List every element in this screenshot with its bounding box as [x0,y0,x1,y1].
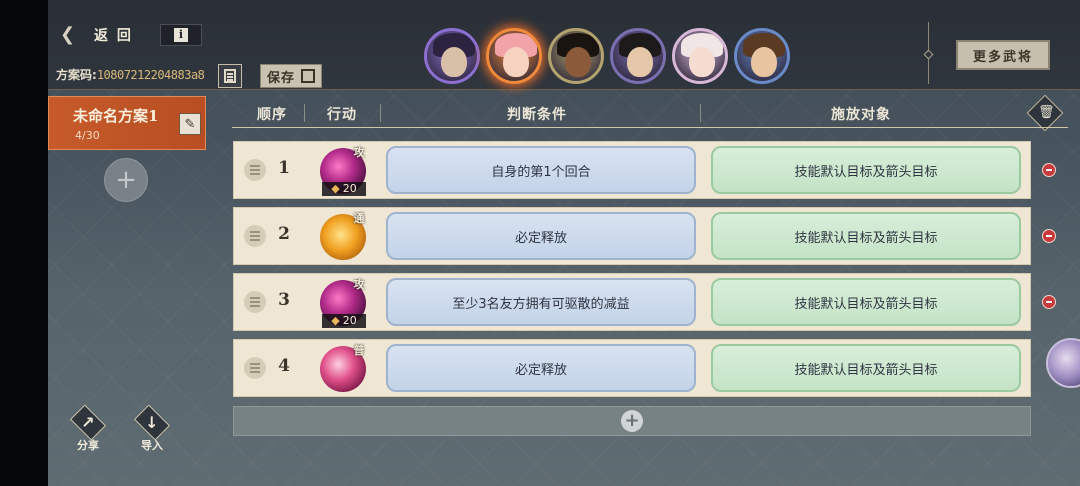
condition-text: 必定释放 [514,362,567,378]
action-row[interactable]: 2 通必定释放 技能默认目标及箭头目标 [233,207,1031,265]
condition-selector[interactable]: 必定释放 [386,344,696,392]
left-black-bar [0,0,48,486]
plan-code-value: 10807212204883a8 [96,67,205,82]
column-separator [380,104,381,122]
column-order: 顺序 [257,107,287,123]
hero-portrait[interactable] [486,28,542,84]
hero-portraits [424,28,790,84]
add-row-button[interactable]: + [233,406,1031,436]
skill-type-badge: 通 [353,212,365,225]
hero-portrait[interactable] [672,28,728,84]
hero-face [441,47,467,77]
condition-selector[interactable]: 必定释放 [386,212,696,260]
plan-count: 4/30 [75,129,100,142]
drag-handle-icon[interactable] [244,159,266,181]
more-generals-label: 更多武将 [972,49,1033,65]
copy-code-button[interactable] [218,64,242,88]
header-underline [232,127,1068,128]
skill-cost-value: 20 [342,182,357,195]
action-row[interactable]: 1 攻 ◆ 20 自身的第1个回合 技能默认目标及箭头目标 [233,141,1031,199]
target-text: 技能默认目标及箭头目标 [794,164,938,180]
row-number: 4 [278,356,290,376]
import-label: 导入 [141,439,163,452]
plan-card[interactable]: 未命名方案1 4/30 ✎ [48,96,206,150]
hero-face [751,47,777,77]
target-selector[interactable]: 技能默认目标及箭头目标 [711,146,1021,194]
back-arrow-icon: ❮ [60,24,76,45]
condition-selector[interactable]: 至少3名友方拥有可驱散的减益 [386,278,696,326]
row-number: 3 [278,290,290,310]
pencil-icon: ✎ [184,116,196,132]
condition-text: 至少3名友方拥有可驱散的减益 [452,296,630,312]
drag-handle-icon[interactable] [244,291,266,313]
condition-selector[interactable]: 自身的第1个回合 [386,146,696,194]
condition-text: 必定释放 [514,230,567,246]
save-label: 保存 [267,70,296,86]
column-action: 行动 [327,107,357,123]
column-separator [304,104,305,122]
skill-type-badge: 攻 [353,146,365,159]
condition-text: 自身的第1个回合 [491,164,591,180]
skill-type-badge: 普 [353,344,365,357]
column-target: 施放对象 [831,107,891,123]
hero-portrait[interactable] [548,28,604,84]
hero-face [565,47,591,77]
skill-cost: ◆ 20 [322,182,366,196]
copy-icon [224,69,236,83]
plan-name: 未命名方案1 [73,107,159,125]
column-separator [700,104,701,122]
hero-face [503,47,529,77]
share-label: 分享 [77,439,99,452]
column-condition: 判断条件 [507,107,567,123]
target-selector[interactable]: 技能默认目标及箭头目标 [711,278,1021,326]
save-icon [301,69,316,83]
hero-portrait[interactable] [734,28,790,84]
skill-cost: ◆ 20 [322,314,366,328]
import-button[interactable]: ↓ 导入 [132,404,172,452]
row-number: 1 [278,158,290,178]
hero-portrait[interactable] [424,28,480,84]
gem-icon: ◆ [331,314,340,327]
hero-portrait[interactable] [610,28,666,84]
edit-plan-button[interactable]: ✎ [179,113,201,135]
plus-icon: + [115,165,137,195]
plan-code-label: 方案码: [56,68,97,82]
target-text: 技能默认目标及箭头目标 [794,362,938,378]
save-button[interactable]: 保存 [260,64,322,88]
share-button[interactable]: ↗ 分享 [68,404,108,452]
row-number: 2 [278,224,290,244]
remove-row-icon[interactable] [1042,229,1056,243]
target-text: 技能默认目标及箭头目标 [794,296,938,312]
skill-type-badge: 攻 [353,278,365,291]
hero-face [627,47,653,77]
drag-handle-icon[interactable] [244,225,266,247]
trash-icon: 🗑 [1038,105,1055,120]
add-plan-button[interactable]: + [104,158,148,202]
skill-cost-value: 20 [342,314,357,327]
plus-icon: + [621,410,643,432]
action-row[interactable]: 4 普必定释放 技能默认目标及箭头目标 [233,339,1031,397]
hero-face [689,47,715,77]
target-selector[interactable]: 技能默认目标及箭头目标 [711,344,1021,392]
drag-handle-icon[interactable] [244,357,266,379]
info-icon: i [174,28,188,42]
target-selector[interactable]: 技能默认目标及箭头目标 [711,212,1021,260]
remove-row-icon[interactable] [1042,295,1056,309]
back-button[interactable]: ❮ 返 回 [60,22,212,48]
table-header: 顺序 行动 判断条件 施放对象 🗑 [232,94,1068,132]
plan-code: 方案码: 10807212204883a8 [56,66,205,83]
remove-row-icon[interactable] [1042,163,1056,177]
action-row[interactable]: 3 攻 ◆ 20 至少3名友方拥有可驱散的减益 技能默认目标及箭头目标 [233,273,1031,331]
gem-icon: ◆ [331,182,340,195]
back-label: 返 回 [94,28,133,44]
more-generals-button[interactable]: 更多武将 [956,40,1050,70]
target-text: 技能默认目标及箭头目标 [794,230,938,246]
info-button[interactable]: i [160,24,202,46]
